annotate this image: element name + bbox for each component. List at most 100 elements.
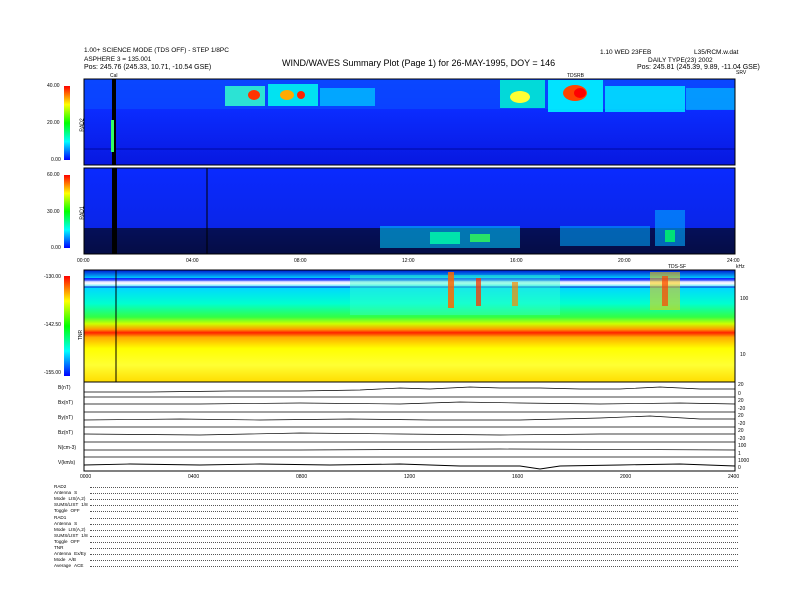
status-row: RAD1 xyxy=(54,515,69,520)
rad2-ytick-mid: 20.00 xyxy=(47,120,60,126)
rad1-xtick-1: 04:00 xyxy=(186,258,199,264)
by-label: By(nT) xyxy=(58,415,73,421)
bx-label: Bx(nT) xyxy=(58,400,73,406)
status-dotted-line xyxy=(90,566,738,568)
status-label: SUMS/LIST xyxy=(54,502,79,508)
status-label: Mode xyxy=(54,496,66,502)
tnr-ytick-mid: -142.50 xyxy=(44,322,61,328)
status-value: ACE xyxy=(74,563,84,569)
status-row: Mode A/B xyxy=(54,557,76,562)
v-rtick-0: 1000 xyxy=(738,458,750,464)
status-label: Toggle xyxy=(54,538,68,544)
status-value: S xyxy=(74,490,78,496)
rad1-ytick-mid: 30.00 xyxy=(47,209,60,215)
rad2-ylabel: RAD2 xyxy=(79,118,86,132)
status-dotted-line xyxy=(90,511,738,513)
rad1-xtick-5: 20:00 xyxy=(618,258,631,264)
status-dotted-line xyxy=(90,517,738,519)
status-label: Mode xyxy=(54,557,66,563)
status-row: Antenna S xyxy=(54,490,77,495)
status-dotted-line xyxy=(90,523,738,525)
bz-label: Bz(nT) xyxy=(58,430,73,436)
rad1-colorbar xyxy=(64,175,70,248)
line-xtick-0: 0000 xyxy=(80,474,92,480)
tnr-colorbar xyxy=(64,276,70,376)
bx-rtick-2: -20 xyxy=(738,406,746,412)
status-dotted-line xyxy=(90,487,738,488)
line-xtick-1: 0400 xyxy=(188,474,200,480)
line-xtick-4: 1600 xyxy=(512,474,524,480)
rad1-xtick-4: 16:00 xyxy=(510,258,523,264)
rad2-panel xyxy=(83,78,736,166)
tnr-right-unit: kHz xyxy=(736,264,745,270)
rad1-xtick-0: 00:00 xyxy=(77,258,90,264)
bz-rtick-2: -20 xyxy=(738,436,746,442)
rad1-panel xyxy=(83,167,736,255)
status-row: Toggle OFF xyxy=(54,508,80,513)
status-dotted-line xyxy=(90,541,738,543)
v-label: V(km/s) xyxy=(58,460,76,466)
tnr-right-tick-10: 10 xyxy=(740,352,746,358)
tds-sf-marker-label: TDS-SF xyxy=(668,264,687,270)
by-rtick-2: -20 xyxy=(738,421,746,427)
status-label: Antenna xyxy=(54,490,72,496)
n-label: N(cm-3) xyxy=(58,445,77,451)
status-label: RAD1 xyxy=(54,514,67,520)
rad1-ytick-top: 60.00 xyxy=(47,172,60,178)
status-dotted-line xyxy=(90,499,738,501)
rad2-colorbar xyxy=(64,86,70,160)
rad1-xtick-3: 12:00 xyxy=(402,258,415,264)
status-dotted-line xyxy=(90,554,738,556)
status-dotted-line xyxy=(90,505,738,507)
status-label: Antenna xyxy=(54,520,72,526)
status-label: RAD2 xyxy=(54,484,67,489)
status-label: Antenna xyxy=(54,551,72,557)
status-value: 1/8 xyxy=(81,502,88,508)
status-value: A/B xyxy=(68,557,76,563)
line-xtick-5: 2000 xyxy=(620,474,632,480)
line-panels xyxy=(83,381,736,472)
status-row: Mode LIS(A,2) xyxy=(54,527,85,532)
status-value: OFF xyxy=(70,538,80,544)
status-label: SUMS/LIST xyxy=(54,532,79,538)
line-xtick-2: 0800 xyxy=(296,474,308,480)
b-rtick-1: 0 xyxy=(738,391,741,397)
status-row: Antenna S xyxy=(54,521,77,526)
bz-rtick-0: 20 xyxy=(738,428,744,434)
rad1-ylabel: RAD1 xyxy=(79,206,86,220)
by-rtick-0: 20 xyxy=(738,413,744,419)
rad2-ytick-bot: 0.00 xyxy=(51,157,61,163)
status-value: LIS(A,2) xyxy=(68,496,86,502)
n-rtick-2: 1 xyxy=(738,451,741,457)
status-label: Average xyxy=(54,563,72,569)
tnr-ytick-top: -130.00 xyxy=(44,274,61,280)
wind-waves-figure xyxy=(64,78,736,472)
status-value: S xyxy=(74,520,78,526)
status-row: Toggle OFF xyxy=(54,539,80,544)
status-value: 1/8 xyxy=(81,532,88,538)
tnr-ytick-bot: -155.00 xyxy=(44,370,61,376)
b-label: B(nT) xyxy=(58,385,71,391)
status-dotted-line xyxy=(90,560,738,562)
status-row: SUMS/LIST 1/8 xyxy=(54,502,88,507)
tnr-panel xyxy=(83,269,736,383)
status-row: SUMS/LIST 1/8 xyxy=(54,533,88,538)
b-rtick-0: 20 xyxy=(738,382,744,388)
status-row: TNR xyxy=(54,545,66,550)
n-rtick-0: 100 xyxy=(738,443,747,449)
line-xtick-6: 2400 xyxy=(728,474,740,480)
status-label: TNR xyxy=(54,545,64,550)
status-dotted-line xyxy=(90,529,738,531)
status-label: Mode xyxy=(54,526,66,532)
tnr-ylabel: TNR xyxy=(78,329,85,341)
tnr-right-tick-100: 100 xyxy=(740,296,749,302)
status-value: LIS(A,2) xyxy=(68,526,86,532)
status-dotted-line xyxy=(90,548,738,549)
status-row: Antenna Ex/Ey xyxy=(54,551,86,556)
rad1-ytick-bot: 0.00 xyxy=(51,245,61,251)
line-xtick-3: 1200 xyxy=(404,474,416,480)
status-dotted-line xyxy=(90,493,738,495)
v-rtick-2: 0 xyxy=(738,465,741,471)
status-row: Mode LIS(A,2) xyxy=(54,496,85,501)
status-label: Toggle xyxy=(54,508,68,514)
